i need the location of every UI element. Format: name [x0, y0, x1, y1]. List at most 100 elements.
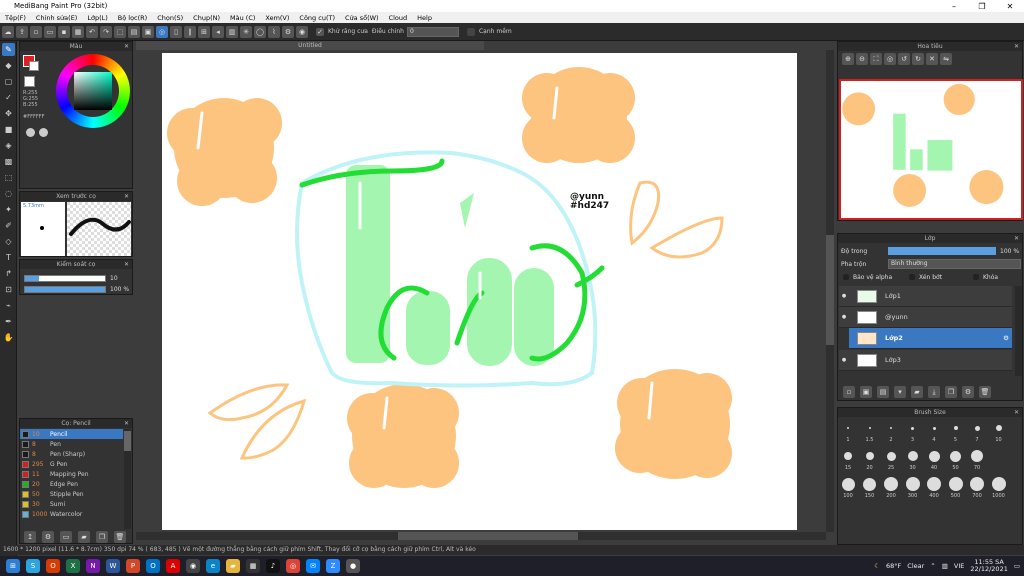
panel-close-icon[interactable]: ✕	[1014, 408, 1019, 417]
fit-icon[interactable]: ⛶	[870, 53, 882, 65]
snap-circle-icon[interactable]: ◯	[254, 25, 266, 38]
snap-off-icon[interactable]: ▯	[170, 25, 182, 38]
brush-copy-icon[interactable]: ▭	[60, 531, 72, 543]
brush-size-option[interactable]	[927, 477, 941, 491]
panel-close-icon[interactable]: ✕	[1014, 42, 1019, 51]
rotate-left-icon[interactable]: ↺	[898, 53, 910, 65]
minimize-button[interactable]: –	[940, 2, 968, 11]
select-tool-icon[interactable]: ⬚	[2, 171, 15, 184]
brush-duplicate-icon[interactable]: ❐	[96, 531, 108, 543]
brush-size-option[interactable]	[863, 477, 876, 491]
panel-close-icon[interactable]: ✕	[124, 42, 129, 51]
brush-item-pen[interactable]: 8 Pen	[20, 439, 123, 449]
brush-size-slider[interactable]	[24, 275, 106, 282]
new-halftone-layer-icon[interactable]: ▣	[860, 386, 872, 398]
layer-folder-icon[interactable]: ▰	[911, 386, 923, 398]
close-button[interactable]: ✕	[996, 2, 1024, 11]
snap-ellipse-icon[interactable]: ◉	[296, 25, 308, 38]
new-file-icon[interactable]: ▫	[30, 25, 42, 38]
brush-mode-icon[interactable]: ◎	[156, 25, 168, 38]
operation-tool-icon[interactable]: ↱	[2, 267, 15, 280]
transparent-color-swatch[interactable]	[24, 76, 35, 87]
language-indicator[interactable]: VIE	[954, 562, 964, 570]
reset-rotate-icon[interactable]: ✕	[926, 53, 938, 65]
medibang-icon[interactable]: ●	[346, 559, 360, 573]
notification-icon[interactable]: ▭	[1014, 562, 1020, 570]
brush-item-g-pen[interactable]: 295 G Pen	[20, 459, 123, 469]
brush-list-scrollbar[interactable]	[124, 429, 131, 529]
snap-settings-icon[interactable]: ⚙	[282, 25, 294, 38]
select-all-icon[interactable]: ▣	[142, 25, 154, 38]
canvas-vertical-scrollbar[interactable]	[826, 50, 834, 532]
edge-icon[interactable]: e	[206, 559, 220, 573]
menu-capture[interactable]: Chụp(N)	[188, 14, 225, 22]
tray-chevron-icon[interactable]: ⌃	[930, 562, 935, 570]
zoom-icon[interactable]: Z	[326, 559, 340, 573]
snap-vanish-icon[interactable]: ◂	[212, 25, 224, 38]
new-8bit-layer-icon[interactable]: ▤	[877, 386, 889, 398]
brush-size-option[interactable]	[911, 426, 914, 430]
brush-size-option[interactable]	[865, 452, 874, 460]
zoom-in-icon[interactable]: ⊕	[842, 53, 854, 65]
brush-size-option[interactable]	[971, 450, 983, 462]
panel-close-icon[interactable]: ✕	[124, 419, 129, 428]
menu-color[interactable]: Màu (C)	[225, 14, 260, 22]
navigator-preview[interactable]	[839, 79, 1023, 220]
powerpoint-icon[interactable]: P	[126, 559, 140, 573]
gradient-tool-icon[interactable]: ▩	[2, 155, 15, 168]
flip-icon[interactable]: ⇋	[940, 53, 952, 65]
maximize-button[interactable]: ❐	[968, 2, 996, 11]
clock[interactable]: 11:55 SA 22/12/2021	[970, 559, 1007, 573]
merge-layer-icon[interactable]: ⤓	[928, 386, 940, 398]
skype-icon[interactable]: S	[26, 559, 40, 573]
eraser-tool-icon[interactable]: ◆	[2, 59, 15, 72]
brush-size-option[interactable]	[905, 477, 920, 491]
chrome-icon[interactable]: ◎	[286, 559, 300, 573]
brush-size-option[interactable]	[847, 427, 849, 429]
brush-size-option[interactable]	[886, 451, 896, 461]
brush-size-option[interactable]	[991, 477, 1006, 491]
brush-size-option[interactable]	[953, 426, 958, 430]
protect-alpha-checkbox[interactable]	[843, 274, 849, 280]
menu-layer[interactable]: Lớp(L)	[82, 14, 112, 22]
brush-folder-icon[interactable]: ▰	[78, 531, 90, 543]
select-pen-icon[interactable]: ✐	[2, 219, 15, 232]
hand-tool-icon[interactable]: ✋	[2, 331, 15, 344]
outlook-icon[interactable]: O	[146, 559, 160, 573]
excel-icon[interactable]: X	[66, 559, 80, 573]
snap-parallel-icon[interactable]: ∥	[184, 25, 196, 38]
layer-gear-icon[interactable]: ⚙	[1003, 334, 1009, 342]
duplicate-layer-icon[interactable]: ❐	[945, 386, 957, 398]
windows-start-icon[interactable]: ⊞	[6, 559, 20, 573]
panel-icon[interactable]: ▦	[72, 25, 84, 38]
brush-size-option[interactable]	[841, 477, 855, 491]
office-icon[interactable]: O	[46, 559, 60, 573]
camera-icon[interactable]: ◉	[186, 559, 200, 573]
menu-cloud[interactable]: Cloud	[384, 14, 413, 22]
acrobat-icon[interactable]: A	[166, 559, 180, 573]
brush-size-option[interactable]	[974, 425, 980, 431]
eye-icon[interactable]: ●	[839, 357, 849, 363]
brush-item-sumi[interactable]: 30 Sumi	[20, 499, 123, 509]
lock-checkbox[interactable]	[973, 274, 979, 280]
select-invert-icon[interactable]: ▤	[128, 25, 140, 38]
menu-help[interactable]: Help	[412, 14, 437, 22]
cloud-icon[interactable]: ☁	[2, 25, 14, 38]
save-icon[interactable]: ▪	[58, 25, 70, 38]
brush-size-option[interactable]	[868, 427, 871, 429]
zoom-out-icon[interactable]: ⊖	[856, 53, 868, 65]
onenote-icon[interactable]: N	[86, 559, 100, 573]
undo-icon[interactable]: ↶	[86, 25, 98, 38]
color-square[interactable]	[74, 72, 112, 110]
redo-icon[interactable]: ↷	[100, 25, 112, 38]
weather-moon-icon[interactable]: ☾	[874, 562, 880, 570]
adjust-select[interactable]: 0	[406, 26, 459, 37]
menu-window[interactable]: Cửa sổ(W)	[340, 14, 384, 22]
upload-icon[interactable]: ⇪	[16, 25, 28, 38]
canvas-horizontal-scrollbar[interactable]	[136, 532, 826, 540]
move-arrows-icon[interactable]: ✥	[2, 107, 15, 120]
panel-close-icon[interactable]: ✕	[1014, 234, 1019, 243]
color-picker-icon[interactable]	[39, 128, 48, 137]
text-tool-icon[interactable]: T	[2, 251, 15, 264]
blend-select[interactable]: Bình thường	[888, 259, 1021, 269]
